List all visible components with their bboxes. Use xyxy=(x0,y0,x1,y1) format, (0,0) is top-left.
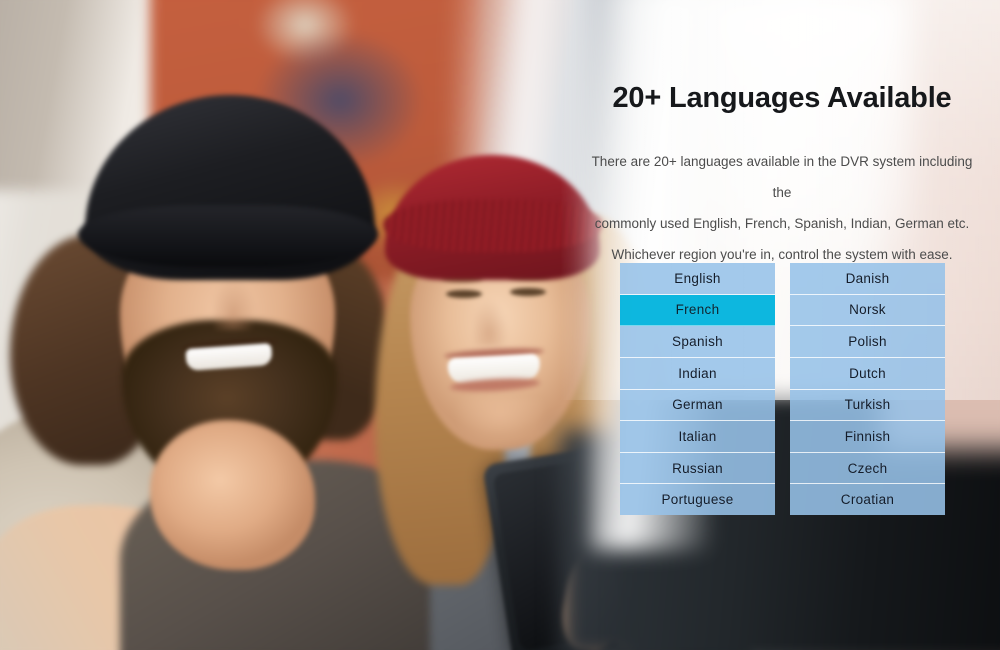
hero-content: 20+ Languages Available There are 20+ la… xyxy=(0,0,1000,650)
language-item-german[interactable]: German xyxy=(620,389,775,422)
language-item-spanish[interactable]: Spanish xyxy=(620,326,775,358)
language-item-croatian[interactable]: Croatian xyxy=(790,484,945,515)
language-item-norsk[interactable]: Norsk xyxy=(790,294,945,327)
description-line-2: commonly used English, French, Spanish, … xyxy=(594,216,970,231)
language-item-turkish[interactable]: Turkish xyxy=(790,389,945,422)
language-item-french[interactable]: French xyxy=(620,294,775,327)
language-item-english[interactable]: English xyxy=(620,263,775,295)
language-item-danish[interactable]: Danish xyxy=(790,263,945,295)
language-item-portuguese[interactable]: Portuguese xyxy=(620,484,775,515)
description-line-1: There are 20+ languages available in the… xyxy=(591,154,973,200)
language-item-czech[interactable]: Czech xyxy=(790,452,945,485)
language-column-left: English French Spanish Indian German Ita… xyxy=(620,263,775,515)
page-title: 20+ Languages Available xyxy=(612,82,952,114)
language-item-finnish[interactable]: Finnish xyxy=(790,421,945,453)
language-item-polish[interactable]: Polish xyxy=(790,326,945,358)
language-item-dutch[interactable]: Dutch xyxy=(790,357,945,390)
hero-description: There are 20+ languages available in the… xyxy=(583,146,981,270)
language-item-russian[interactable]: Russian xyxy=(620,452,775,485)
language-lists: English French Spanish Indian German Ita… xyxy=(620,263,945,515)
hero-banner: 20+ Languages Available There are 20+ la… xyxy=(0,0,1000,650)
language-item-indian[interactable]: Indian xyxy=(620,357,775,390)
language-column-right: Danish Norsk Polish Dutch Turkish Finnis… xyxy=(790,263,945,515)
language-item-italian[interactable]: Italian xyxy=(620,421,775,453)
